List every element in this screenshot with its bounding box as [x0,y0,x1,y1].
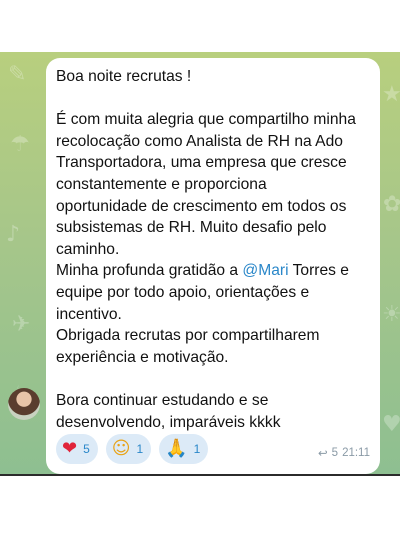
message-line: constantemente e proporciona [56,175,267,193]
message-line: incentivo. [56,305,122,323]
message-line: Transportadora, uma empresa que cresce [56,154,347,172]
divider [0,474,400,476]
reactions-bar: ❤ 5 ☺ 1 🙏 1 [56,434,209,464]
chat-background: ✎ ☂ ♪ ✈ ☕ ★ ✿ ☀ ♥ Boa noite recrutas ! É… [0,52,400,474]
reaction-folded-hands[interactable]: 🙏 1 [159,434,209,464]
doodle-icon: ☀ [382,302,400,327]
message-line: experiência e motivação. [56,348,229,366]
folded-hands-icon: 🙏 [165,438,188,459]
message-line: caminho. [56,240,120,258]
message-line: desenvolvendo, imparáveis kkkk [56,413,281,431]
smiling-face-with-hearts-icon: ☺ [111,438,131,459]
reply-count: 5 [331,447,339,459]
doodle-icon: ✈ [12,312,31,337]
reaction-count: 5 [83,442,90,456]
doodle-icon: ♥ [382,412,400,437]
message-meta: ↩ 5 21:11 [318,446,370,460]
message-line: Boa noite recrutas ! [56,68,192,85]
gratitude-text: Torres e [288,262,349,280]
message-text: Boa noite recrutas ! É com muita alegria… [56,66,370,433]
message-line: equipe por todo apoio, orientações e [56,283,310,301]
message-line: recolocação como Analista de RH na Ado [56,132,343,150]
gratitude-text: Minha profunda gratidão a [56,262,243,280]
message-line [56,368,370,390]
doodle-icon: ☂ [10,132,30,157]
doodle-icon: ✎ [8,62,27,87]
doodle-icon: ★ [382,82,400,107]
message-line: Minha profunda gratidão a @Mari Torres e [56,260,370,282]
message-line [56,88,370,110]
message-line: Obrigada recrutas por compartilharem [56,327,320,345]
reaction-count: 1 [193,442,201,456]
message-line: oportunidade de crescimento em todos os [56,197,347,215]
message-line: subsistemas de RH. Muito desafio pelo [56,219,327,237]
message-time: 21:11 [342,447,370,459]
reply-arrow-icon[interactable]: ↩ [318,446,328,460]
user-mention-link[interactable]: @Mari [242,262,288,279]
doodle-icon: ✿ [383,192,400,217]
reaction-smiling-face-with-hearts[interactable]: ☺ 1 [105,434,152,464]
reaction-count: 1 [136,442,144,456]
message-line: Bora continuar estudando e se [56,391,269,409]
sender-avatar[interactable] [8,388,40,420]
heart-icon: ❤ [62,438,78,459]
message-line: É com muita alegria que compartilho minh… [56,111,356,129]
reaction-heart[interactable]: ❤ 5 [56,434,98,464]
message-bubble[interactable]: Boa noite recrutas ! É com muita alegria… [46,58,380,474]
doodle-icon: ♪ [6,222,21,247]
